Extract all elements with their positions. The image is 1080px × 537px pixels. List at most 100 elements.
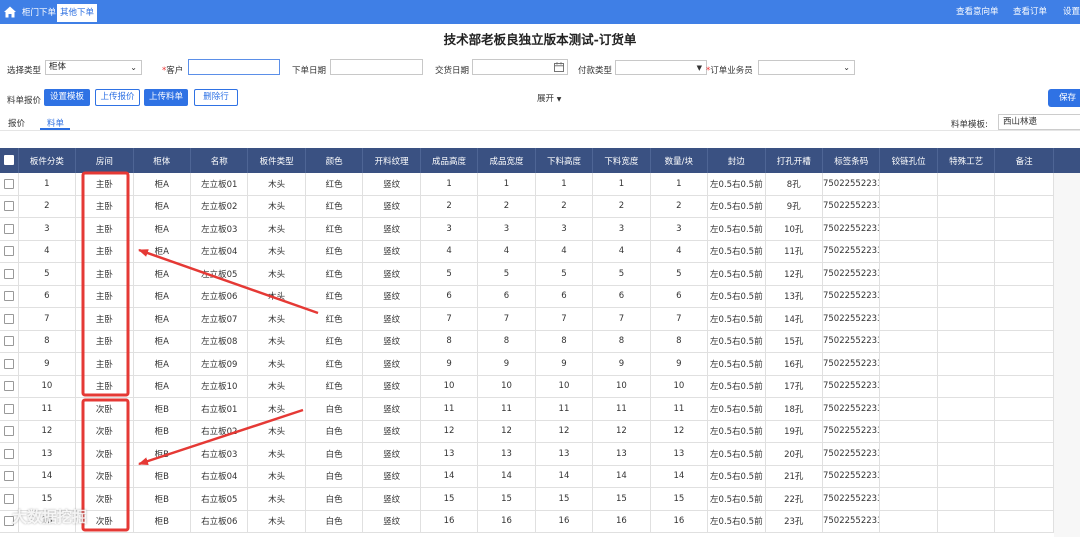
table-cell[interactable]: 1 (592, 173, 651, 196)
table-cell[interactable] (994, 173, 1054, 196)
table-cell[interactable]: 主卧 (75, 375, 134, 398)
table-cell[interactable] (879, 240, 938, 263)
table-cell[interactable]: 主卧 (75, 262, 134, 286)
table-cell[interactable]: 13 (650, 442, 709, 466)
table-cell[interactable]: 9 (592, 352, 651, 376)
table-cell[interactable]: 4 (477, 240, 536, 263)
table-cell[interactable]: 3 (18, 217, 77, 241)
table-cell[interactable]: 1 (650, 173, 709, 196)
table-cell[interactable]: 左0.5右0.5前 (707, 375, 766, 398)
table-cell[interactable]: 2 (650, 195, 709, 218)
table-cell[interactable] (879, 487, 938, 511)
table-cell[interactable]: 2 (18, 195, 77, 218)
table-cell[interactable]: 15孔 (765, 330, 823, 353)
table-cell[interactable]: 8 (650, 330, 709, 353)
table-cell[interactable]: 6 (592, 285, 651, 308)
table-cell[interactable]: 5 (18, 262, 77, 286)
table-cell[interactable]: 左0.5右0.5前 (707, 487, 766, 511)
table-cell[interactable]: 12 (420, 420, 479, 443)
table-cell[interactable]: 2 (420, 195, 479, 218)
table-cell[interactable] (879, 375, 938, 398)
table-cell[interactable]: 3 (535, 217, 594, 241)
table-row[interactable]: 15 次卧 柜B 右立板05 木头 白色 竖纹 15 15 15 15 15 左0.5右0.5前 22孔 7… (0, 487, 1054, 511)
table-cell[interactable] (994, 375, 1054, 398)
row-checkbox[interactable] (0, 420, 19, 443)
table-cell[interactable] (994, 510, 1054, 533)
table-row[interactable]: 7 主卧 柜A 左立板07 木头 红色 竖纹 7 7 7 7 7 左0.5右0.5前 14孔 7502255… (0, 307, 1054, 331)
table-cell[interactable]: 柜A (133, 195, 192, 218)
table-cell[interactable]: 红色 (305, 285, 364, 308)
table-cell[interactable]: 750225522336 (822, 240, 881, 263)
table-cell[interactable]: 8 (18, 330, 77, 353)
table-cell[interactable]: 7 (592, 307, 651, 331)
table-cell[interactable]: 4 (650, 240, 709, 263)
table-cell[interactable] (937, 487, 996, 511)
row-checkbox[interactable] (0, 352, 19, 376)
table-cell[interactable]: 5 (477, 262, 536, 286)
table-cell[interactable]: 2 (592, 195, 651, 218)
table-cell[interactable]: 16 (420, 510, 479, 533)
table-cell[interactable]: 柜B (133, 442, 192, 466)
table-cell[interactable]: 竖纹 (362, 330, 421, 353)
table-cell[interactable]: 6 (18, 285, 77, 308)
table-cell[interactable]: 5 (592, 262, 651, 286)
table-cell[interactable] (994, 352, 1054, 376)
table-cell[interactable]: 左0.5右0.5前 (707, 420, 766, 443)
table-cell[interactable]: 柜B (133, 510, 192, 533)
table-cell[interactable]: 13 (477, 442, 536, 466)
view-orders-link[interactable]: 查看订单 (1013, 5, 1047, 17)
expand-toggle[interactable]: 展开 ▼ (537, 92, 561, 104)
table-cell[interactable]: 13孔 (765, 285, 823, 308)
table-cell[interactable]: 木头 (247, 195, 306, 218)
table-cell[interactable]: 左0.5右0.5前 (707, 262, 766, 286)
nav-tab-other-order[interactable]: 其他下单 (57, 4, 98, 22)
table-cell[interactable]: 16 (477, 510, 536, 533)
table-cell[interactable]: 12 (650, 420, 709, 443)
table-cell[interactable]: 右立板02 (190, 420, 249, 443)
table-cell[interactable] (937, 217, 996, 241)
table-cell[interactable]: 12孔 (765, 262, 823, 286)
table-cell[interactable]: 750225522336 (822, 173, 881, 196)
table-cell[interactable] (879, 307, 938, 331)
row-checkbox[interactable] (0, 307, 19, 331)
table-cell[interactable]: 木头 (247, 397, 306, 421)
table-cell[interactable]: 5 (535, 262, 594, 286)
table-cell[interactable]: 柜A (133, 240, 192, 263)
table-row[interactable]: 3 主卧 柜A 左立板03 木头 红色 竖纹 3 3 3 3 3 左0.5右0.5前 10孔 7502255… (0, 217, 1054, 241)
table-cell[interactable] (994, 330, 1054, 353)
table-cell[interactable] (879, 285, 938, 308)
table-cell[interactable]: 次卧 (75, 397, 134, 421)
table-cell[interactable]: 竖纹 (362, 442, 421, 466)
table-cell[interactable]: 白色 (305, 487, 364, 511)
table-cell[interactable]: 竖纹 (362, 217, 421, 241)
table-cell[interactable]: 750225522336 (822, 262, 881, 286)
table-scroll-area[interactable] (1054, 148, 1080, 537)
table-cell[interactable]: 左0.5右0.5前 (707, 442, 766, 466)
table-cell[interactable]: 17孔 (765, 375, 823, 398)
table-cell[interactable]: 15 (592, 487, 651, 511)
table-cell[interactable]: 11 (18, 397, 77, 421)
table-cell[interactable]: 左立板03 (190, 217, 249, 241)
table-cell[interactable]: 主卧 (75, 352, 134, 376)
table-cell[interactable]: 柜A (133, 330, 192, 353)
table-cell[interactable]: 750225522336 (822, 307, 881, 331)
table-cell[interactable]: 木头 (247, 487, 306, 511)
order-date-input[interactable] (330, 59, 423, 75)
template-select[interactable]: 西山林遗 (998, 114, 1080, 130)
table-cell[interactable]: 竖纹 (362, 285, 421, 308)
table-cell[interactable]: 白色 (305, 420, 364, 443)
table-cell[interactable]: 750225522336 (822, 195, 881, 218)
table-cell[interactable] (937, 240, 996, 263)
table-cell[interactable] (937, 262, 996, 286)
table-cell[interactable]: 14 (592, 465, 651, 488)
table-cell[interactable]: 主卧 (75, 307, 134, 331)
table-cell[interactable]: 左0.5右0.5前 (707, 195, 766, 218)
delete-row-button[interactable]: 删除行 (194, 89, 238, 106)
table-cell[interactable]: 竖纹 (362, 352, 421, 376)
table-cell[interactable]: 左0.5右0.5前 (707, 285, 766, 308)
row-checkbox[interactable] (0, 195, 19, 218)
table-cell[interactable]: 左0.5右0.5前 (707, 465, 766, 488)
table-cell[interactable]: 主卧 (75, 173, 134, 196)
table-cell[interactable] (937, 307, 996, 331)
table-cell[interactable]: 左0.5右0.5前 (707, 510, 766, 533)
